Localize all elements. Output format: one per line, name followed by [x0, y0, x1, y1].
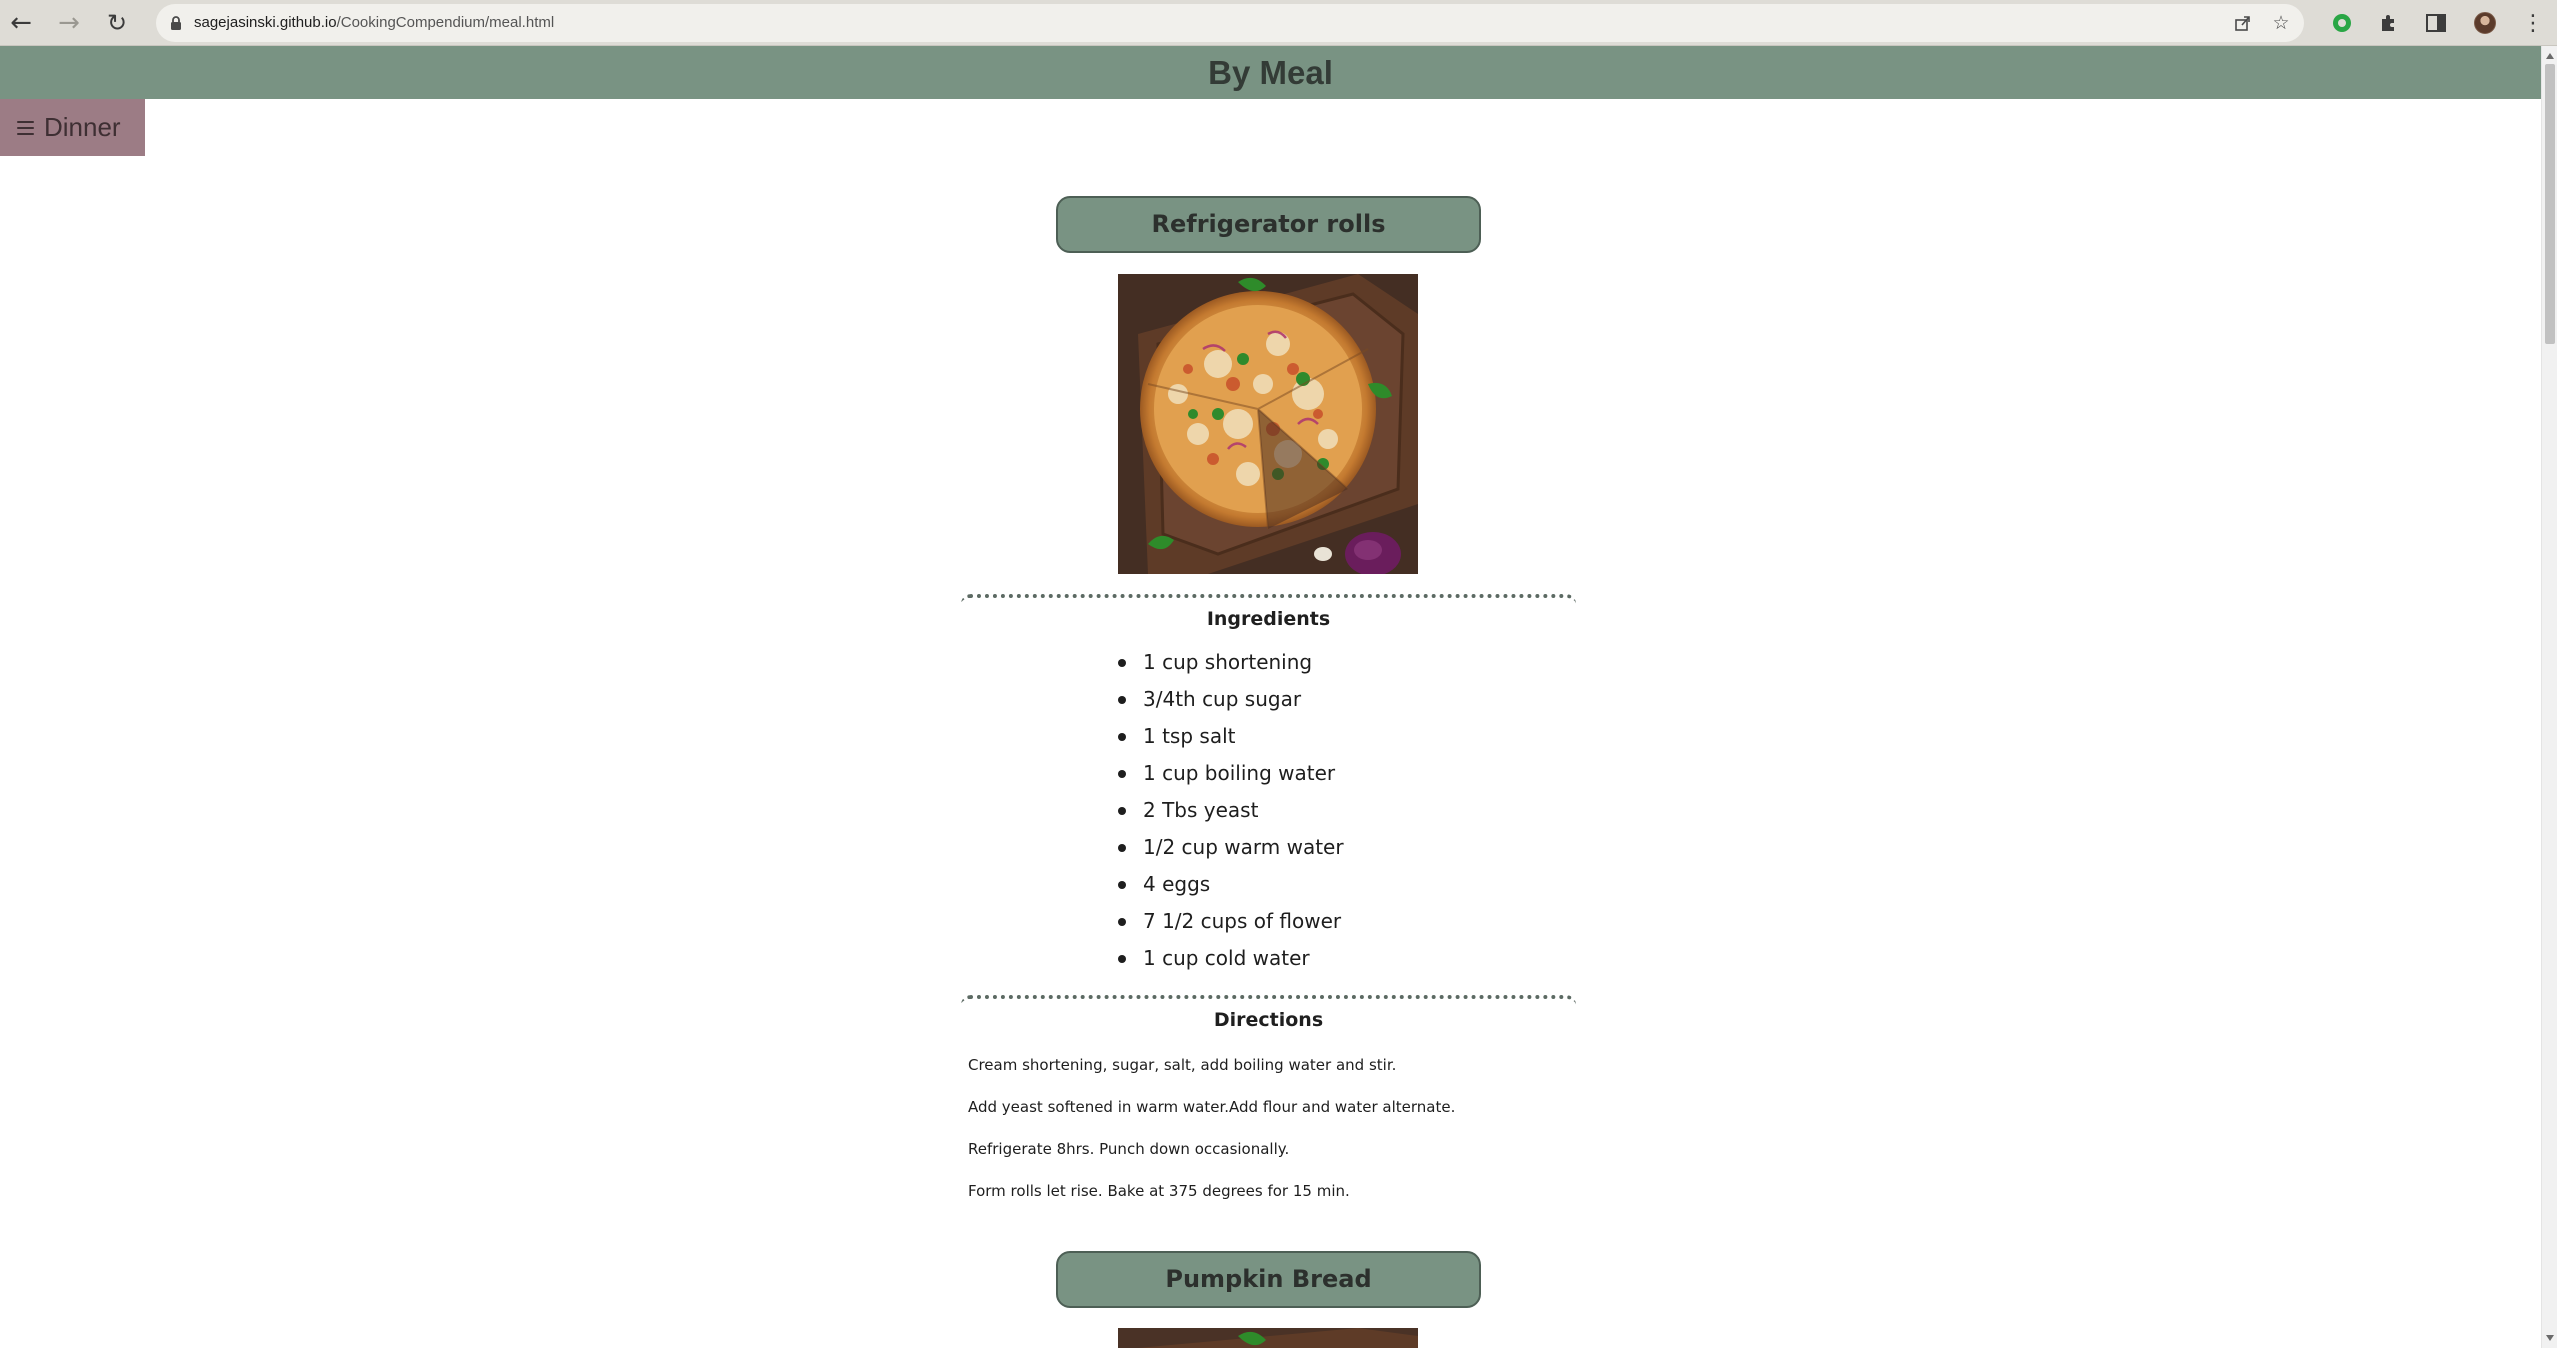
browser-toolbar: ← → ↻ sagejasinski.github.io/CookingComp…	[0, 0, 2557, 46]
share-icon[interactable]	[2230, 10, 2256, 36]
recipe-title: Refrigerator rolls	[1056, 196, 1481, 253]
profile-avatar[interactable]	[2468, 6, 2502, 40]
ingredient-item: 1 cup shortening	[1118, 644, 1344, 681]
section-divider	[961, 594, 1576, 604]
reload-icon[interactable]: ↻	[98, 4, 136, 42]
side-panel-icon[interactable]	[2419, 6, 2453, 40]
page-title: By Meal	[0, 46, 2541, 99]
chrome-menu-icon[interactable]: ⋮	[2516, 6, 2550, 40]
hamburger-icon	[17, 120, 34, 135]
address-bar[interactable]: sagejasinski.github.io/CookingCompendium…	[156, 4, 2304, 42]
recipe-title: Pumpkin Bread	[1056, 1251, 1481, 1308]
ingredient-item: 3/4th cup sugar	[1118, 681, 1344, 718]
recipe-image-pizza	[1118, 1328, 1418, 1348]
ingredient-item: 1 cup boiling water	[1118, 755, 1344, 792]
direction-step: Cream shortening, sugar, salt, add boili…	[968, 1056, 1397, 1074]
extension-green-icon[interactable]	[2325, 6, 2359, 40]
directions-heading: Directions	[1213, 1009, 1324, 1031]
meal-menu-button[interactable]: Dinner	[0, 99, 145, 156]
meal-menu-label: Dinner	[44, 112, 121, 142]
bookmark-star-icon[interactable]: ☆	[2268, 10, 2294, 36]
ingredients-list: 1 cup shortening 3/4th cup sugar 1 tsp s…	[1118, 644, 1344, 977]
section-divider	[961, 995, 1576, 1005]
forward-icon[interactable]: →	[50, 4, 88, 42]
ingredient-item: 2 Tbs yeast	[1118, 792, 1344, 829]
ingredient-item: 7 1/2 cups of flower	[1118, 903, 1344, 940]
directions-list: Cream shortening, sugar, salt, add boili…	[968, 1044, 1608, 1212]
ingredient-item: 1 tsp salt	[1118, 718, 1344, 755]
direction-step: Refrigerate 8hrs. Punch down occasionall…	[968, 1140, 1290, 1158]
url-path: /CookingCompendium/meal.html	[336, 14, 555, 31]
scroll-up-arrow-icon[interactable]	[2546, 53, 2554, 59]
page-scrollbar[interactable]	[2541, 46, 2557, 1348]
lock-icon	[171, 16, 181, 30]
ingredient-item: 1 cup cold water	[1118, 940, 1344, 977]
scroll-down-arrow-icon[interactable]	[2546, 1335, 2554, 1341]
direction-step: Form rolls let rise. Bake at 375 degrees…	[968, 1182, 1350, 1200]
recipe-image-pizza	[1118, 274, 1418, 574]
url-host: sagejasinski.github.io	[194, 14, 337, 31]
ingredient-item: 4 eggs	[1118, 866, 1344, 903]
direction-step: Add yeast softened in warm water.Add flo…	[968, 1098, 1456, 1116]
extensions-puzzle-icon[interactable]	[2372, 6, 2406, 40]
url-text: sagejasinski.github.io/CookingCompendium…	[194, 4, 554, 42]
ingredients-heading: Ingredients	[1206, 608, 1331, 630]
scrollbar-thumb[interactable]	[2545, 64, 2555, 344]
ingredient-item: 1/2 cup warm water	[1118, 829, 1344, 866]
back-icon[interactable]: ←	[2, 4, 40, 42]
